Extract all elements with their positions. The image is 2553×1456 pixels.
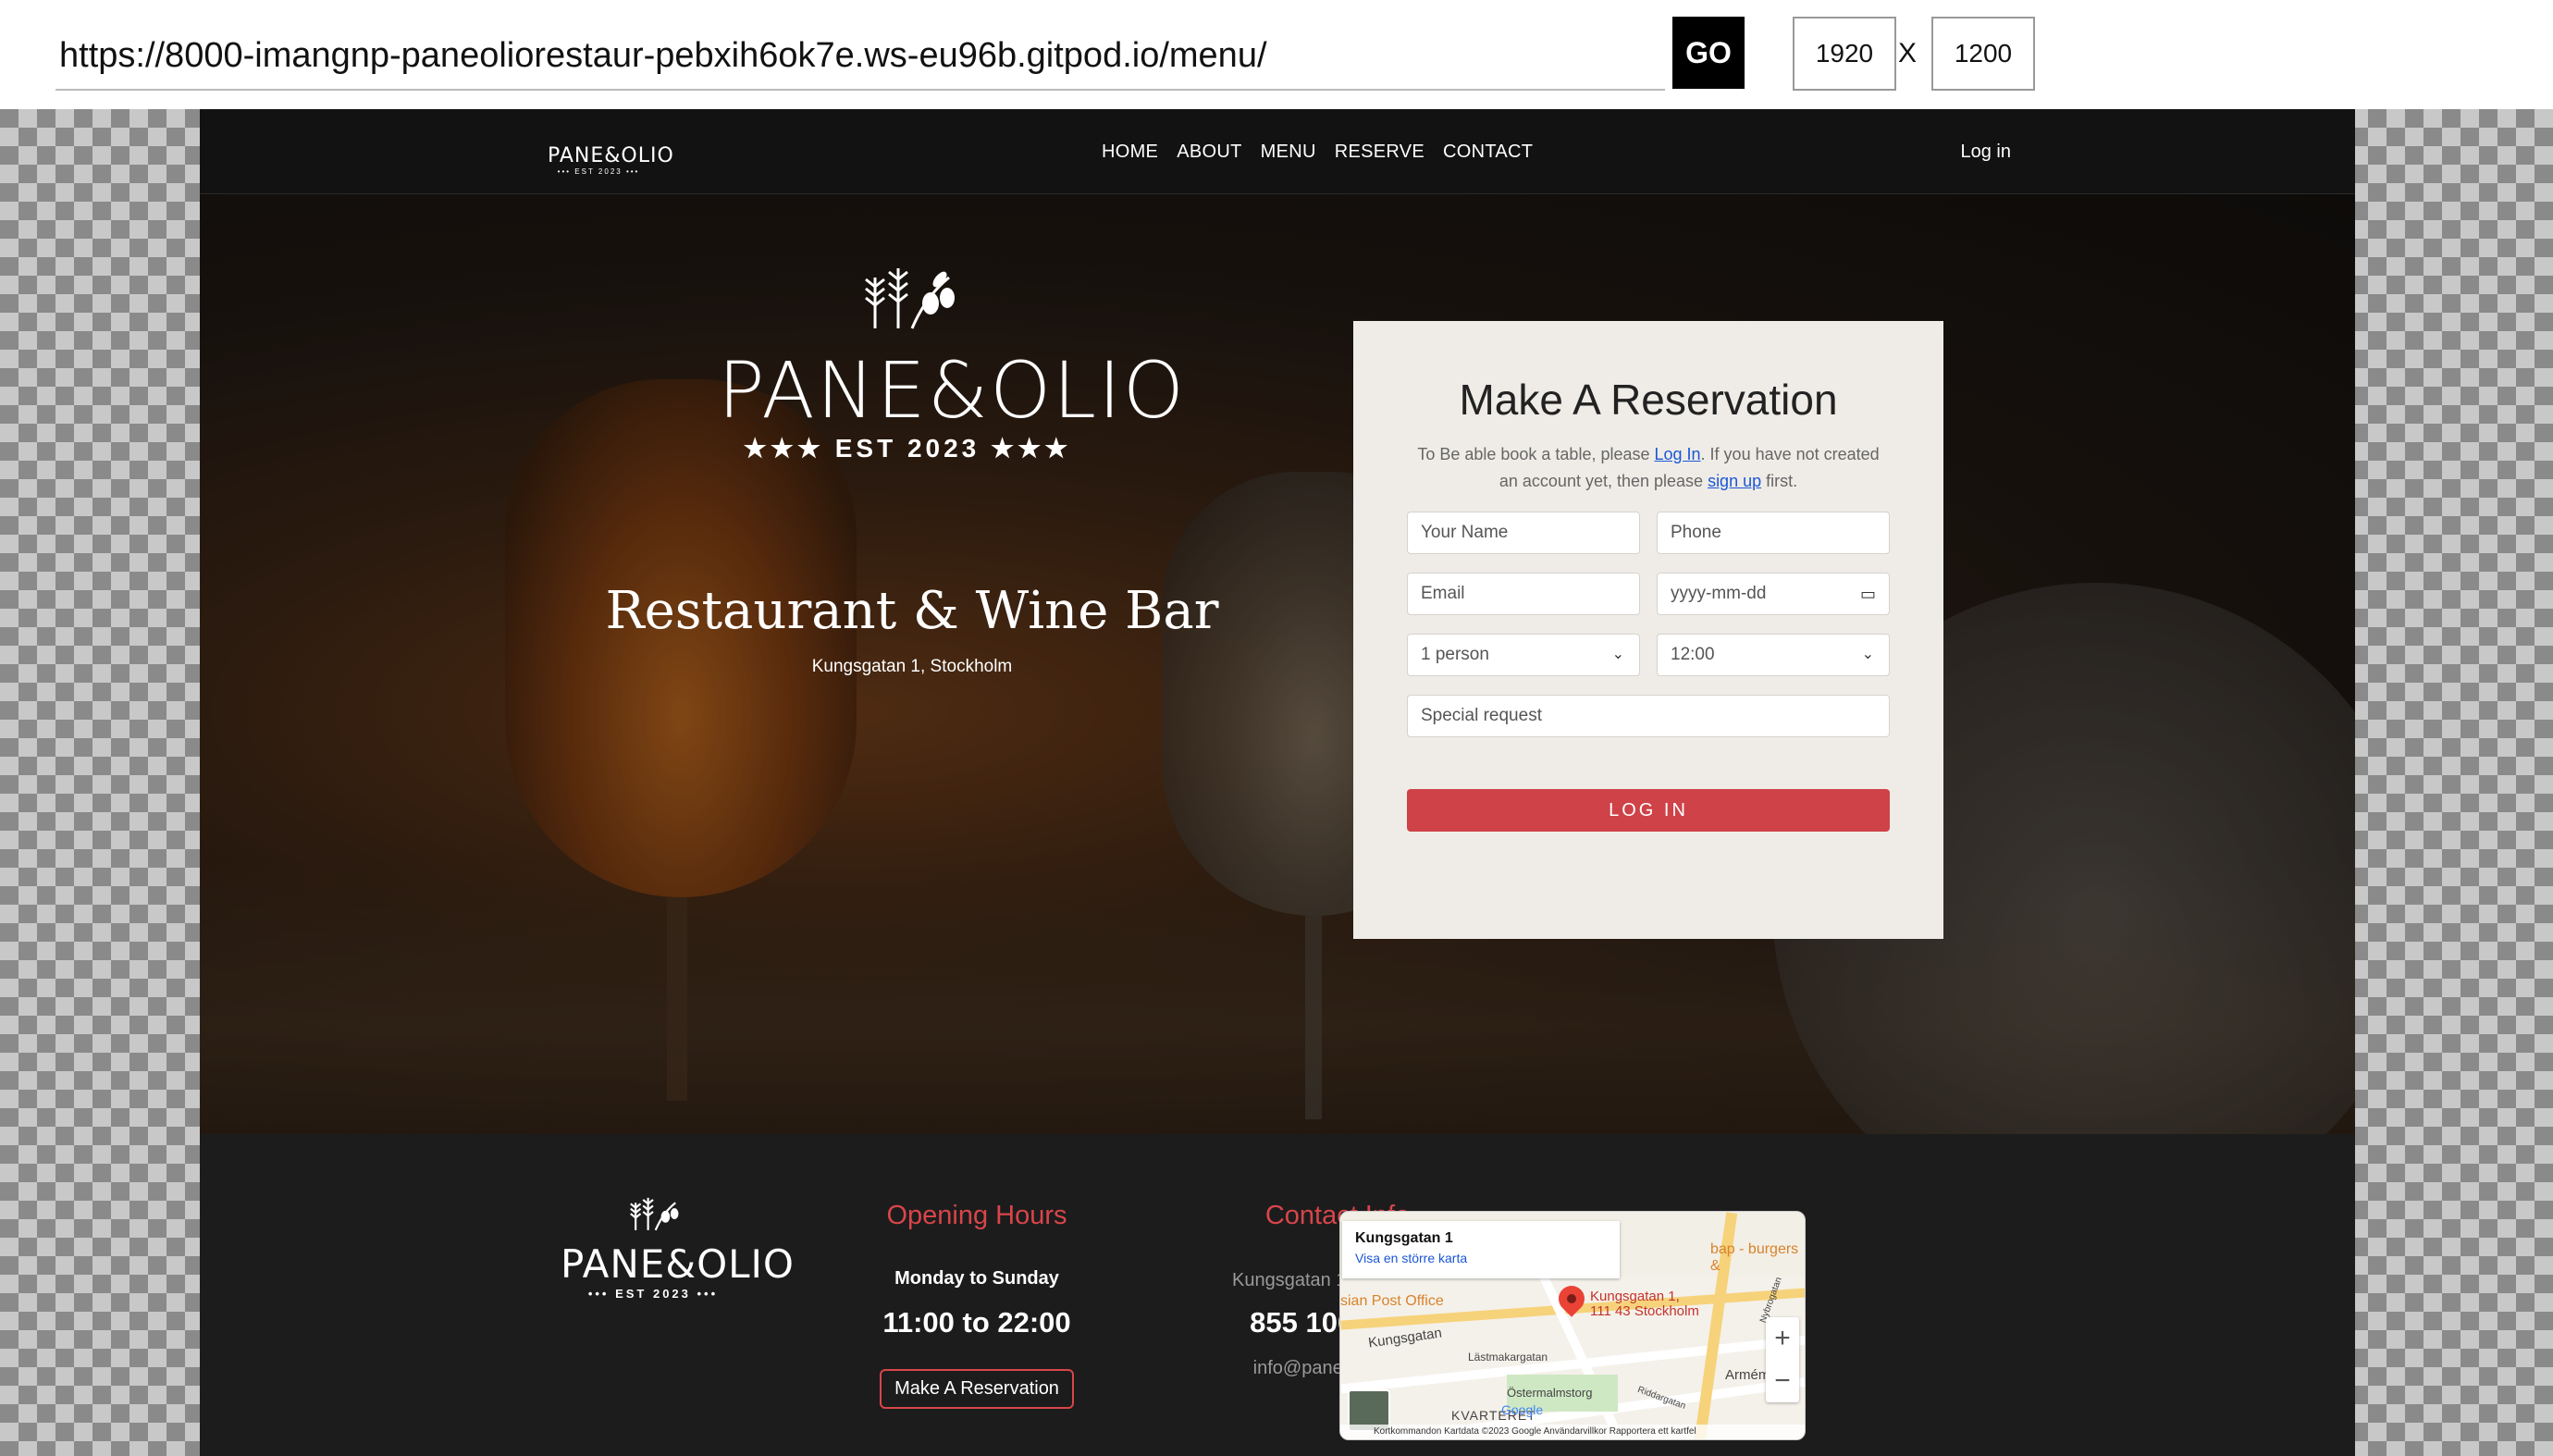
- hero-est: ★★★ EST 2023 ★★★: [743, 434, 1072, 463]
- nav-logo[interactable]: PANE&OLIO ••• EST 2023 •••: [548, 122, 674, 183]
- chevron-down-icon: ⌄: [1611, 647, 1624, 662]
- navbar: PANE&OLIO ••• EST 2023 ••• HOME ABOUT ME…: [200, 109, 2355, 194]
- hero-brand-name: PANE&OLIO: [718, 345, 1186, 436]
- make-reservation-button[interactable]: Make A Reservation: [880, 1369, 1074, 1409]
- name-input[interactable]: Your Name: [1407, 512, 1640, 554]
- reservation-note: To Be able book a table, please Log In. …: [1407, 441, 1890, 495]
- guests-select-value: 1 person: [1421, 645, 1489, 664]
- opening-hours-heading: Opening Hours: [886, 1201, 1067, 1230]
- guests-select[interactable]: 1 person ⌄: [1407, 634, 1640, 676]
- reservation-login-link[interactable]: Log In: [1655, 445, 1701, 463]
- calendar-icon[interactable]: ▭: [1860, 574, 1876, 614]
- website-viewport: PANE&OLIO ••• EST 2023 ••• HOME ABOUT ME…: [200, 109, 2355, 1456]
- reservation-signup-link[interactable]: sign up: [1708, 472, 1761, 490]
- map-pin-label-line2: 111 43 Stockholm: [1590, 1303, 1699, 1319]
- footer: PANE&OLIO ••• EST 2023 ••• Opening Hours…: [200, 1134, 2355, 1456]
- opening-days: Monday to Sunday: [894, 1268, 1059, 1289]
- special-request-textarea[interactable]: Special request: [1407, 695, 1890, 737]
- nav-link-menu[interactable]: MENU: [1261, 142, 1316, 163]
- nav-link-home[interactable]: HOME: [1102, 142, 1158, 163]
- footer-brand-name: PANE&OLIO: [561, 1241, 795, 1287]
- nav-link-contact[interactable]: CONTACT: [1443, 142, 1533, 163]
- footer-logo: PANE&OLIO ••• EST 2023 •••: [561, 1191, 795, 1301]
- date-input-value: yyyy-mm-dd: [1671, 584, 1767, 603]
- browser-toolbar: https://8000-imangnp-paneoliorestaur-peb…: [0, 0, 2553, 109]
- nav-link-about[interactable]: ABOUT: [1177, 142, 1241, 163]
- hero-section: PANE&OLIO ★★★ EST 2023 ★★★ Restaurant & …: [200, 194, 2355, 1134]
- reservation-fields: Your Name Phone Email yyyy-mm-dd ▭ 1 per…: [1407, 512, 1890, 737]
- reservation-title: Make A Reservation: [1459, 376, 1838, 424]
- footer-est: ••• EST 2023 •••: [587, 1287, 719, 1301]
- hero-overlay: [200, 194, 2355, 1134]
- go-button[interactable]: GO: [1672, 17, 1745, 89]
- google-logo: Google: [1501, 1402, 1544, 1417]
- reservation-note-text: To Be able book a table, please: [1417, 445, 1655, 463]
- date-input[interactable]: yyyy-mm-dd ▭: [1657, 573, 1890, 615]
- url-input[interactable]: https://8000-imangnp-paneoliorestaur-peb…: [56, 20, 1665, 91]
- nav-links: HOME ABOUT MENU RESERVE CONTACT: [1102, 109, 1533, 194]
- map-poi-restaurant[interactable]: bap - burgers &: [1710, 1241, 1805, 1275]
- dimension-separator: X: [1898, 38, 1918, 68]
- zoom-in-button[interactable]: +: [1766, 1317, 1799, 1360]
- map-street-label: Östermalmstorg: [1507, 1386, 1593, 1400]
- map-poi-post-office[interactable]: sian Post Office: [1340, 1293, 1444, 1310]
- hero-logo: PANE&OLIO ★★★ EST 2023 ★★★: [718, 259, 1186, 463]
- phone-input[interactable]: Phone: [1657, 512, 1890, 554]
- opening-hours: Opening Hours Monday to Sunday 11:00 to …: [847, 1201, 1106, 1409]
- chevron-down-icon: ⌄: [1861, 647, 1874, 662]
- map-attribution: Kortkommandon Kartdata ©2023 Google Anvä…: [1340, 1425, 1805, 1439]
- hero-title: Restaurant & Wine Bar: [605, 581, 1219, 641]
- opening-time: 11:00 to 22:00: [882, 1306, 1071, 1339]
- zoom-out-button[interactable]: −: [1766, 1360, 1799, 1402]
- width-input[interactable]: 1920: [1793, 17, 1896, 91]
- time-select-value: 12:00: [1671, 645, 1715, 664]
- nav-logo-est: ••• EST 2023 •••: [557, 167, 640, 176]
- map-larger-link[interactable]: Visa en större karta: [1355, 1251, 1607, 1265]
- reservation-login-button[interactable]: LOG IN: [1407, 789, 1890, 832]
- height-input[interactable]: 1200: [1931, 17, 2035, 91]
- map-street-label: Lästmakargatan: [1468, 1351, 1548, 1363]
- map-place-title: Kungsgatan 1: [1355, 1230, 1453, 1246]
- map-place-card: Kungsgatan 1 Visa en större karta: [1342, 1221, 1620, 1278]
- nav-logo-brand: PANE&OLIO: [548, 144, 674, 167]
- olive-branch-icon: [718, 259, 1097, 348]
- nav-login-link[interactable]: Log in: [1961, 109, 2012, 194]
- map-pin-label-line1: Kungsgatan 1,: [1590, 1289, 1680, 1304]
- reservation-note-text: first.: [1761, 472, 1798, 490]
- reservation-form: Make A Reservation To Be able book a tab…: [1353, 321, 1943, 939]
- location-map[interactable]: Kungsgatan 1 Visa en större karta sian P…: [1339, 1211, 1806, 1440]
- time-select[interactable]: 12:00 ⌄: [1657, 634, 1890, 676]
- hero-address: Kungsgatan 1, Stockholm: [811, 657, 1013, 676]
- olive-branch-icon: [561, 1191, 746, 1242]
- nav-link-reserve[interactable]: RESERVE: [1335, 142, 1424, 163]
- email-input[interactable]: Email: [1407, 573, 1640, 615]
- map-zoom-controls: + −: [1766, 1317, 1799, 1402]
